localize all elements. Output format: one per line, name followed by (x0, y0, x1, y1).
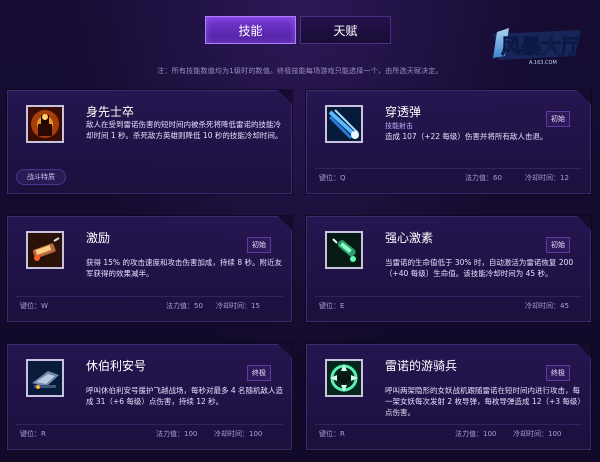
mana-label: 法力值：50 (166, 302, 203, 310)
skill-footer: 键位：R 法力值：100 冷却时间：100 (315, 424, 582, 441)
svg-text:风暴大厅: 风暴大厅 (501, 34, 581, 58)
cooldown-label: 冷却时间：100 (513, 430, 562, 438)
skill-footer: 键位：E 冷却时间：45 (315, 296, 582, 313)
skill-description: 呼叫两架隐形的女妖战机跟随雷诺在短时间内进行攻击，每一架女妖每次发射 2 枚导弹… (385, 386, 585, 417)
skill-name: 休伯利安号 (86, 359, 147, 373)
skill-name: 强心激素 (385, 231, 434, 245)
skill-badge: 初始 (546, 111, 570, 127)
raiders-icon (325, 359, 363, 397)
skill-badge: 终极 (247, 365, 271, 381)
skill-description: 敌人在受到雷诺伤害的短时间内被杀死将降低雷诺的技能冷却时间 1 秒。杀死敌方英雄… (86, 120, 283, 140)
skill-card-trait: 身先士卒 敌人在受到雷诺伤害的短时间内被杀死将降低雷诺的技能冷却时间 1 秒。杀… (7, 90, 292, 194)
tab-talents[interactable]: 天赋 (300, 16, 391, 44)
key-label: 键位：E (319, 302, 345, 310)
skill-footer: 键位：Q 法力值：60 冷却时间：12 (315, 168, 582, 185)
cooldown-label: 冷却时间：12 (525, 174, 569, 182)
tab-skills[interactable]: 技能 (205, 16, 296, 44)
cooldown-label: 冷却时间：45 (525, 302, 569, 310)
skill-name: 激励 (86, 231, 111, 245)
skill-name: 身先士卒 (86, 105, 135, 119)
cooldown-label: 冷却时间：100 (214, 430, 263, 438)
key-label: 键位：R (20, 430, 46, 438)
mana-label: 法力值：60 (465, 174, 502, 182)
hyperion-icon (26, 359, 64, 397)
trait-tag: 战斗特质 (16, 169, 66, 185)
skill-card-r2: 雷诺的游骑兵 终极 呼叫两架隐形的女妖战机跟随雷诺在短时间内进行攻击，每一架女妖… (306, 344, 591, 450)
skill-card-r1: 休伯利安号 终极 呼叫休伯利安号援护飞越战场，每秒对最多 4 名随机敌人造成 3… (7, 344, 292, 450)
skill-badge: 初始 (546, 237, 570, 253)
skill-footer: 键位：R 法力值：100 冷却时间：100 (16, 424, 283, 441)
stimpack-icon (26, 231, 64, 269)
mana-label: 法力值：100 (455, 430, 497, 438)
key-label: 键位：R (319, 430, 345, 438)
skill-name: 穿透弹 (385, 105, 422, 119)
key-label: 键位：W (20, 302, 48, 310)
skill-description: 呼叫休伯利安号援护飞越战场，每秒对最多 4 名随机敌人造成 31（+6 每级）点… (86, 386, 284, 406)
skill-tabs: 技能 天赋 (205, 16, 391, 46)
skill-name: 雷诺的游骑兵 (385, 359, 458, 373)
skill-card-w: 激励 初始 获得 15% 的攻击速度和攻击伤害加成，持续 8 秒。附近友军获得的… (7, 216, 292, 322)
skills-note: 注：所有技能数值均为1级时的数值。终极技能每场游戏只能选择一个，由所选天赋决定。 (157, 67, 443, 75)
skill-subtitle: 技能射击 (385, 122, 413, 130)
cooldown-label: 冷却时间：15 (216, 302, 260, 310)
trait-icon (26, 105, 64, 143)
skill-footer: 键位：W 法力值：50 冷却时间：15 (16, 296, 283, 313)
key-label: 键位：Q (319, 174, 346, 182)
storm-hall-logo[interactable]: 风暴大厅 A.163.COM (489, 26, 585, 68)
skill-description: 当雷诺的生命值低于 30% 时，自动激活为雷诺恢复 200（+40 每级）生命值… (385, 258, 574, 278)
penetrating-round-icon (325, 105, 363, 143)
adrenaline-icon (325, 231, 363, 269)
skill-description: 获得 15% 的攻击速度和攻击伤害加成，持续 8 秒。附近友军获得的效果减半。 (86, 258, 282, 278)
skill-badge: 初始 (247, 237, 271, 253)
mana-label: 法力值：100 (156, 430, 198, 438)
skill-badge: 终极 (546, 365, 570, 381)
skill-card-e: 强心激素 初始 当雷诺的生命值低于 30% 时，自动激活为雷诺恢复 200（+4… (306, 216, 591, 322)
skill-description: 造成 107（+22 每级）伤害并将所有敌人击退。 (385, 132, 548, 141)
skill-card-q: 穿透弹 技能射击 初始 造成 107（+22 每级）伤害并将所有敌人击退。 键位… (306, 90, 591, 194)
